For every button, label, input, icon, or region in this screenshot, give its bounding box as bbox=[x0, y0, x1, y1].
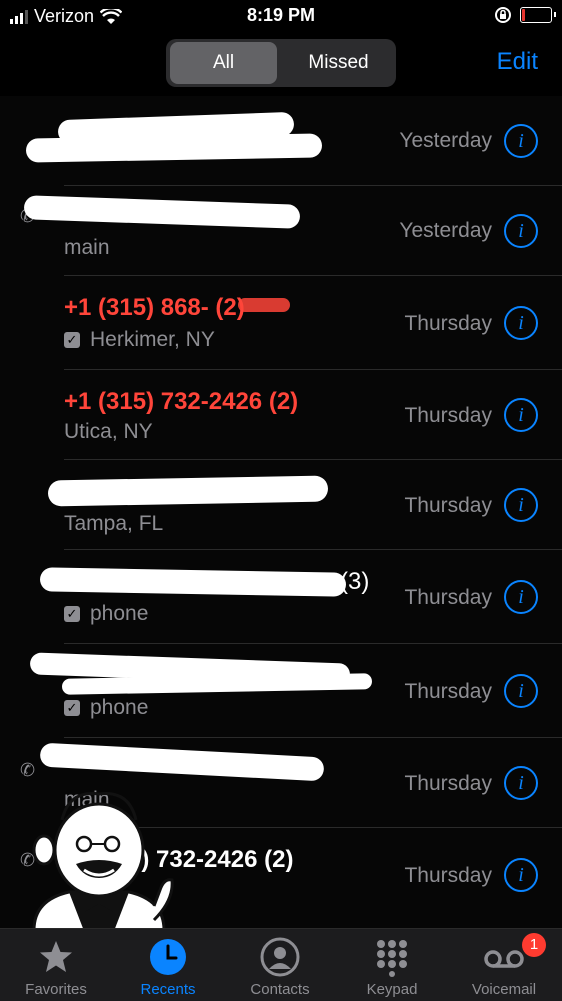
call-row[interactable]: (3) ✓ phone Thursday i bbox=[0, 550, 562, 644]
info-icon[interactable]: i bbox=[504, 214, 538, 248]
redaction-scribble bbox=[47, 475, 329, 507]
call-subtitle-text: Tampa, FL bbox=[64, 512, 164, 535]
call-time: Thursday bbox=[404, 864, 492, 887]
tab-keypad[interactable]: Keypad bbox=[336, 929, 448, 1001]
info-icon[interactable]: i bbox=[504, 580, 538, 614]
call-time: Thursday bbox=[404, 312, 492, 335]
call-row[interactable]: Yesterday i bbox=[0, 96, 562, 186]
edit-button[interactable]: Edit bbox=[497, 48, 538, 76]
call-subtitle-text: main bbox=[64, 236, 110, 259]
voicemail-icon bbox=[484, 950, 524, 968]
call-subtitle: main bbox=[64, 236, 110, 260]
call-time: Thursday bbox=[404, 494, 492, 517]
redaction-scribble bbox=[39, 567, 347, 597]
keypad-icon bbox=[377, 940, 407, 977]
segment-all[interactable]: All bbox=[170, 42, 277, 84]
call-time: Thursday bbox=[404, 680, 492, 703]
redaction-scribble bbox=[23, 195, 301, 229]
verified-check-icon: ✓ bbox=[64, 332, 80, 348]
call-row[interactable]: ✆ main Yesterday i bbox=[0, 186, 562, 276]
outgoing-call-icon: ✆ bbox=[20, 760, 36, 780]
info-icon[interactable]: i bbox=[504, 488, 538, 522]
status-bar: Verizon 8:19 PM bbox=[0, 0, 562, 32]
tab-label: Favorites bbox=[25, 981, 87, 998]
tab-label: Contacts bbox=[250, 981, 310, 998]
clock-icon bbox=[150, 939, 186, 975]
star-icon bbox=[40, 941, 72, 972]
call-time: Yesterday bbox=[399, 219, 492, 242]
call-subtitle: Tampa, FL bbox=[64, 512, 163, 536]
tab-voicemail[interactable]: 1 Voicemail bbox=[448, 929, 560, 1001]
call-name: +1 (315) 868- (2) bbox=[64, 294, 245, 321]
nav-bar: All Missed Edit bbox=[0, 32, 562, 96]
tab-label: Keypad bbox=[366, 981, 418, 998]
call-row[interactable]: +1 (315) 732-2426 (2) Utica, NY Thursday… bbox=[0, 370, 562, 460]
redaction-scribble bbox=[25, 133, 323, 163]
info-icon[interactable]: i bbox=[504, 858, 538, 892]
call-subtitle-text: phone bbox=[90, 696, 149, 719]
call-subtitle-text: phone bbox=[90, 602, 149, 625]
info-icon[interactable]: i bbox=[504, 306, 538, 340]
call-subtitle: ✓ phone bbox=[64, 696, 148, 720]
voicemail-badge: 1 bbox=[522, 933, 546, 957]
verified-check-icon: ✓ bbox=[64, 606, 80, 622]
tab-recents[interactable]: Recents bbox=[112, 929, 224, 1001]
redaction-scribble bbox=[238, 298, 290, 312]
call-row[interactable]: ✓ phone Thursday i bbox=[0, 644, 562, 738]
person-circle-icon bbox=[260, 937, 300, 977]
info-icon[interactable]: i bbox=[504, 398, 538, 432]
redaction-scribble bbox=[39, 742, 325, 782]
tab-contacts[interactable]: Contacts bbox=[224, 929, 336, 1001]
call-time: Thursday bbox=[404, 772, 492, 795]
call-subtitle-text: Utica, NY bbox=[64, 420, 153, 443]
tab-label: Recents bbox=[140, 981, 196, 998]
call-time: Yesterday bbox=[399, 129, 492, 152]
battery-icon bbox=[520, 7, 556, 23]
call-row[interactable]: Tampa, FL Thursday i bbox=[0, 460, 562, 550]
info-icon[interactable]: i bbox=[504, 766, 538, 800]
info-icon[interactable]: i bbox=[504, 124, 538, 158]
segment-missed[interactable]: Missed bbox=[285, 42, 392, 84]
status-time: 8:19 PM bbox=[246, 5, 316, 25]
verified-check-icon: ✓ bbox=[64, 700, 80, 716]
info-icon[interactable]: i bbox=[504, 674, 538, 708]
call-row[interactable]: +1 (315) 868- (2) ✓ Herkimer, NY Thursda… bbox=[0, 276, 562, 370]
tab-label: Voicemail bbox=[471, 981, 537, 998]
orientation-lock-icon bbox=[495, 7, 511, 23]
call-subtitle: ✓ phone bbox=[64, 602, 148, 626]
status-right bbox=[494, 6, 556, 24]
call-time: Thursday bbox=[404, 586, 492, 609]
call-time: Thursday bbox=[404, 404, 492, 427]
call-subtitle: ✓ Herkimer, NY bbox=[64, 328, 215, 352]
call-subtitle: Utica, NY bbox=[64, 420, 153, 444]
call-name: +1 (315) 732-2426 (2) bbox=[64, 388, 299, 415]
call-subtitle-text: Herkimer, NY bbox=[90, 328, 215, 351]
tab-bar: Favorites Recents Contacts Keypad 1 Voic… bbox=[0, 928, 562, 1001]
tab-favorites[interactable]: Favorites bbox=[0, 929, 112, 1001]
segmented-control: All Missed bbox=[166, 39, 396, 87]
